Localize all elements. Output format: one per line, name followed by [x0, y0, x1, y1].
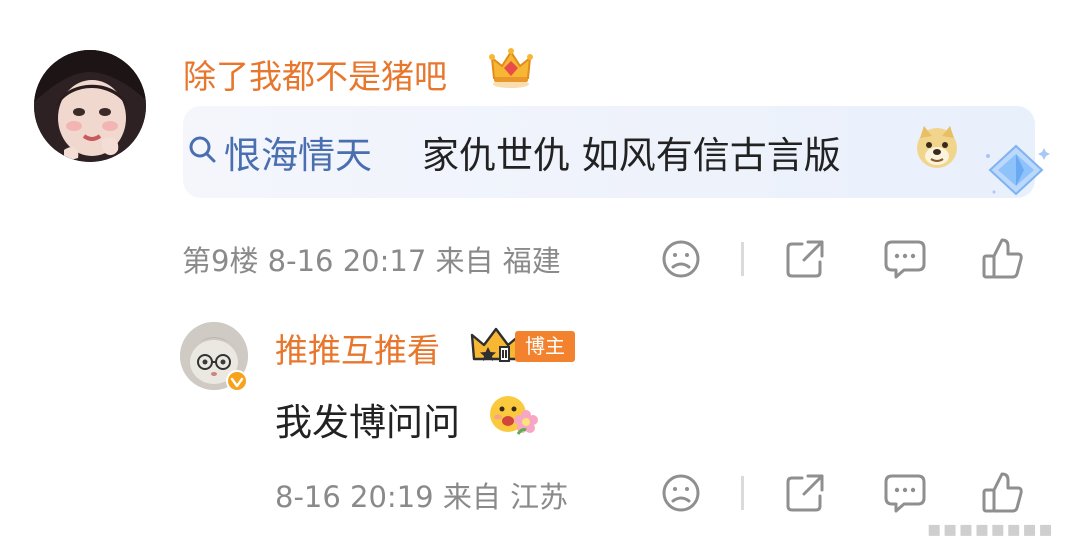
- reply-time: 8-16 20:19: [275, 480, 434, 514]
- comment-icon[interactable]: [882, 236, 928, 282]
- flower-face-emoji: [490, 396, 538, 435]
- reply-username[interactable]: 推推互推看: [275, 324, 440, 372]
- dislike-icon[interactable]: [658, 236, 704, 282]
- comment-location: 福建: [502, 244, 561, 278]
- like-icon[interactable]: [980, 236, 1026, 282]
- commenter-username[interactable]: 除了我都不是猪吧: [183, 50, 447, 98]
- from-label: 来自: [442, 480, 501, 514]
- verified-badge-icon: [226, 370, 248, 392]
- reply-meta: 8-16 20:19 来自 江苏: [275, 474, 568, 516]
- comment-meta: 第9楼 8-16 20:17 来自 福建: [182, 238, 561, 280]
- floor-number: 第9楼: [182, 244, 259, 278]
- topic-link[interactable]: 恨海情天: [224, 125, 372, 179]
- share-icon[interactable]: [782, 470, 828, 516]
- share-icon[interactable]: [782, 236, 828, 282]
- blogger-badge: 博主: [515, 331, 575, 362]
- avatar-photo: [34, 50, 146, 162]
- action-divider: [741, 476, 744, 510]
- from-label: 来自: [435, 244, 494, 278]
- more-indicator-icon: ▪▪▪▪▪▪▪▪: [926, 517, 1054, 542]
- gold-crown-icon: [489, 48, 533, 88]
- diamond-sparkle-icon: [986, 144, 1050, 196]
- dislike-icon[interactable]: [658, 470, 704, 516]
- topic-search-icon: [189, 136, 216, 163]
- reply-location: 江苏: [510, 480, 569, 514]
- comment-text: 家仇世仇 如风有信古言版: [422, 134, 841, 177]
- like-icon[interactable]: [980, 470, 1026, 516]
- reply-text: 我发博问问: [275, 401, 460, 444]
- comment-time: 8-16 20:17: [267, 244, 427, 278]
- comment-icon[interactable]: [882, 470, 928, 516]
- action-divider: [741, 242, 744, 276]
- doge-emoji: [917, 126, 957, 168]
- commenter-avatar[interactable]: [34, 50, 146, 162]
